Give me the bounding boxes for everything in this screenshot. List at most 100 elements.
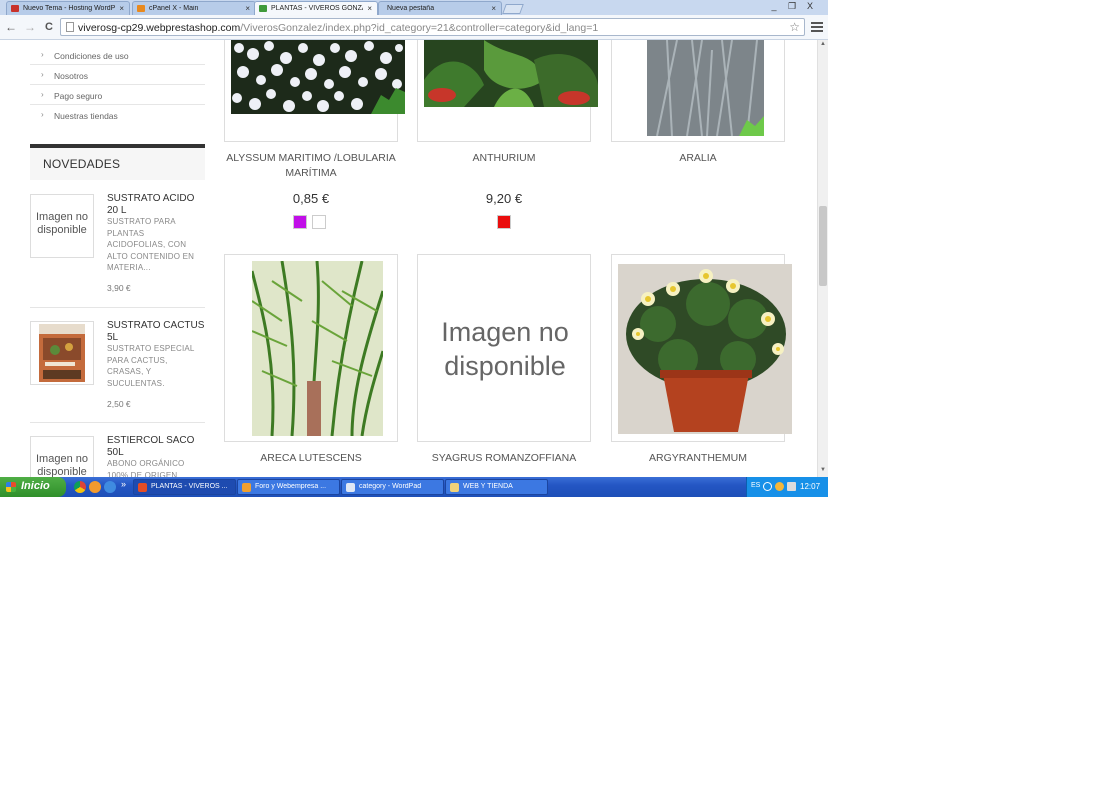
address-bar[interactable]: viverosg-cp29.webprestashop.com/ViverosG… (60, 18, 805, 36)
anthurium-image (424, 40, 598, 107)
product-price: 0,85 € (292, 191, 330, 206)
sidebar-link-label: Pago seguro (54, 91, 103, 101)
chevron-right-icon: › (41, 50, 44, 59)
windows-flag-icon (6, 482, 16, 492)
vertical-scrollbar[interactable]: ▲ ▼ (817, 40, 828, 477)
taskbar-item-web-y-tienda[interactable]: WEB Y TIENDA (445, 479, 548, 495)
clock: 12:07 (800, 482, 821, 491)
page-content: › Condiciones de uso › Nosotros › Pago s… (0, 40, 817, 477)
url-text: viverosg-cp29.webprestashop.com/ViverosG… (78, 22, 598, 34)
no-image-line: disponible (444, 351, 566, 381)
menu-icon[interactable] (811, 20, 823, 34)
product-thumbnail[interactable]: Imagen no disponible (30, 436, 94, 477)
chrome-quicklaunch-icon[interactable] (74, 481, 86, 493)
scroll-down-arrow-icon[interactable]: ▼ (820, 467, 826, 473)
browser-toolbar: ← → C viverosg-cp29.webprestashop.com/Vi… (0, 15, 828, 40)
wordpress-favicon-icon (11, 5, 19, 12)
tray-arrow-icon[interactable] (763, 482, 772, 491)
tab-cpanel[interactable]: cPanel X - Main × (132, 1, 256, 15)
sidebar-link-nuestras-tiendas[interactable]: › Nuestras tiendas (30, 105, 205, 124)
quicklaunch-expand-icon[interactable]: » (121, 479, 126, 489)
sidebar-link-label: Condiciones de uso (54, 51, 129, 61)
tab-label: Nueva pestaña (387, 5, 435, 12)
product-name[interactable]: ARECA LUTESCENS (224, 451, 398, 466)
product-image-box[interactable] (417, 40, 598, 142)
tab-nueva-pestana[interactable]: Nueva pestaña × (378, 1, 502, 15)
tab-label: Nuevo Tema - Hosting WordPress (23, 5, 115, 12)
new-product-name[interactable]: SUSTRATO ACIDO 20 L (107, 193, 205, 217)
start-button[interactable]: Inicio (0, 477, 66, 497)
reload-button[interactable]: C (42, 20, 56, 34)
new-product-name[interactable]: SUSTRATO CACTUS 5L (107, 320, 205, 344)
cpanel-favicon-icon (137, 5, 145, 12)
divider (30, 422, 205, 423)
chevron-right-icon: › (41, 70, 44, 79)
taskbar-item-foro[interactable]: Foro y Webempresa ... (237, 479, 340, 495)
divider (30, 307, 205, 308)
firefox-icon (242, 483, 251, 492)
page-icon (66, 22, 74, 32)
new-product-description: ABONO ORGÁNICO 100% DE ORIGEN (107, 459, 185, 477)
tab-close-icon[interactable]: × (491, 4, 496, 13)
color-swatch-purple[interactable] (293, 215, 307, 229)
taskbar-item-wordpad[interactable]: category - WordPad (341, 479, 444, 495)
product-image-box[interactable]: Imagen no disponible (417, 254, 591, 442)
wordpad-icon (346, 483, 355, 492)
bookmark-star-icon[interactable]: ☆ (789, 20, 800, 34)
color-swatch-red[interactable] (497, 215, 511, 229)
product-thumbnail[interactable]: Imagen no disponible (30, 194, 94, 258)
tab-nuevo-tema[interactable]: Nuevo Tema - Hosting WordPress × (6, 1, 130, 15)
product-image-box[interactable] (224, 254, 398, 442)
product-name[interactable]: ARALIA (611, 151, 785, 166)
product-name[interactable]: ARGYRANTHEMUM (611, 451, 785, 466)
back-button[interactable]: ← (4, 20, 18, 34)
new-product-price: 2,50 € (107, 399, 131, 409)
product-image-box[interactable] (611, 254, 792, 442)
new-tab-button[interactable] (502, 4, 524, 14)
product-name[interactable]: SYAGRUS ROMANZOFFIANA (417, 451, 591, 466)
firefox-quicklaunch-icon[interactable] (89, 481, 101, 493)
no-image-line: Imagen no (441, 317, 569, 347)
language-indicator[interactable]: ES (751, 482, 760, 489)
tab-close-icon[interactable]: × (119, 4, 124, 13)
restore-button[interactable]: ❐ (782, 0, 802, 12)
product-thumbnail[interactable] (30, 321, 94, 385)
url-path: /ViverosGonzalez/index.php?id_category=2… (240, 22, 599, 34)
product-name[interactable]: ANTHURIUM (417, 151, 591, 166)
sidebar-link-condiciones[interactable]: › Condiciones de uso (30, 45, 205, 65)
forward-button[interactable]: → (23, 20, 37, 34)
tab-label: PLANTAS - VIVEROS GONZÁLEZ (271, 5, 363, 12)
minimize-button[interactable]: _ (764, 0, 784, 12)
new-product-name[interactable]: ESTIERCOL SACO 50L (107, 435, 205, 459)
tab-close-icon[interactable]: × (367, 4, 372, 13)
color-swatch-white[interactable] (312, 215, 326, 229)
scrollbar-thumb[interactable] (819, 206, 827, 286)
novedades-heading[interactable]: NOVEDADES (30, 144, 205, 180)
tray-app-icon[interactable] (775, 482, 784, 491)
no-image-placeholder: Imagen no disponible (418, 315, 592, 383)
system-tray: ES 12:07 (746, 477, 828, 497)
browser-tab-bar: Nuevo Tema - Hosting WordPress × cPanel … (0, 0, 828, 16)
alyssum-image (231, 40, 405, 114)
product-image-box[interactable] (224, 40, 405, 142)
close-window-button[interactable]: X (800, 0, 820, 12)
sidebar-link-nosotros[interactable]: › Nosotros (30, 65, 205, 85)
tab-label: cPanel X - Main (149, 5, 199, 12)
areca-palm-image (252, 261, 383, 436)
tab-close-icon[interactable]: × (245, 4, 250, 13)
sidebar-link-pago-seguro[interactable]: › Pago seguro (30, 85, 205, 105)
product-name[interactable]: ALYSSUM MARITIMO /LOBULARIA MARÍTIMA (224, 151, 398, 181)
new-product-description: SUSTRATO PARA PLANTAS ACIDOFOLIAS, CON A… (107, 217, 195, 272)
plant-favicon-icon (259, 5, 267, 12)
volume-icon[interactable] (787, 482, 796, 491)
sidebar-link-label: Nuestras tiendas (54, 111, 118, 121)
taskbar-item-plantas[interactable]: PLANTAS - VIVEROS ... (133, 479, 236, 495)
scroll-up-arrow-icon[interactable]: ▲ (820, 41, 826, 47)
product-image-box[interactable] (611, 40, 785, 142)
new-product-description: SUSTRATO ESPECIAL PARA CACTUS, CRASAS, Y… (107, 344, 195, 388)
folder-icon (450, 483, 459, 492)
chevron-right-icon: › (41, 110, 44, 119)
ie-quicklaunch-icon[interactable] (104, 481, 116, 493)
substrate-bag-image (39, 324, 85, 382)
tab-plantas[interactable]: PLANTAS - VIVEROS GONZÁLEZ × (254, 1, 378, 16)
